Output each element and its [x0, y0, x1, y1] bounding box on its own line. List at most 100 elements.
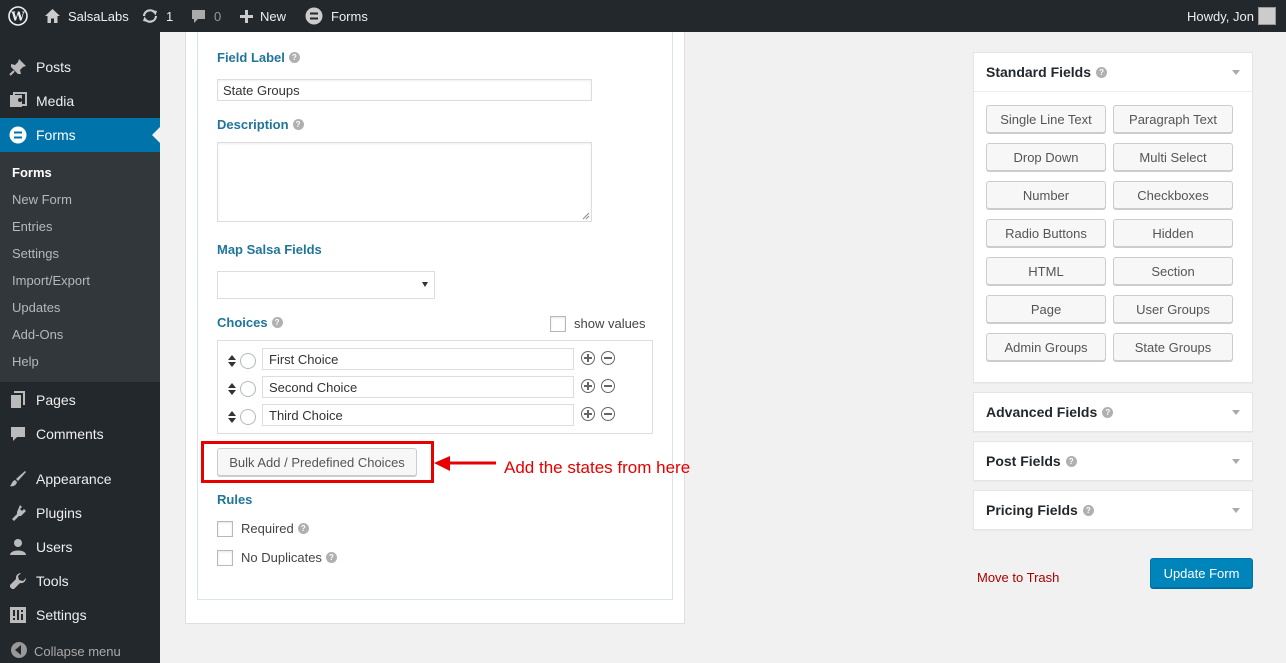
- post-fields-box[interactable]: Post Fields ?: [973, 441, 1253, 481]
- help-icon[interactable]: ?: [1065, 455, 1077, 467]
- field-label-input[interactable]: State Groups: [217, 79, 592, 101]
- sidebar-item-pages[interactable]: Pages: [0, 383, 160, 417]
- sidebar-item-tools[interactable]: Tools: [0, 564, 160, 598]
- resize-handle-icon[interactable]: [582, 212, 590, 220]
- help-icon[interactable]: ?: [325, 552, 337, 563]
- toggle-arrow-icon[interactable]: [1232, 508, 1240, 513]
- move-to-trash-link[interactable]: Move to Trash: [977, 570, 1059, 585]
- submenu-item-forms[interactable]: Forms: [12, 165, 52, 180]
- account-menu[interactable]: Howdy, Jon: [1187, 0, 1254, 32]
- sidebar-item-comments[interactable]: Comments: [0, 417, 160, 451]
- choice-row: Second Choice: [218, 376, 654, 400]
- sidebar-item-posts[interactable]: Posts: [0, 50, 160, 84]
- help-icon[interactable]: ?: [271, 317, 283, 328]
- submenu-item-entries[interactable]: Entries: [12, 219, 52, 234]
- add-field-button[interactable]: Single Line Text: [986, 105, 1106, 133]
- help-icon[interactable]: ?: [292, 119, 304, 130]
- add-choice-icon[interactable]: [581, 379, 595, 393]
- forms-admin-link[interactable]: Forms: [305, 0, 368, 32]
- map-salsa-fields-heading: Map Salsa Fields: [217, 242, 322, 257]
- comment-bubble-icon: [190, 8, 207, 24]
- collapse-menu-button[interactable]: Collapse menu: [10, 641, 121, 662]
- sidebar-item-plugins[interactable]: Plugins: [0, 496, 160, 530]
- choice-default-radio[interactable]: [240, 381, 256, 397]
- update-form-button[interactable]: Update Form: [1150, 558, 1253, 588]
- toggle-arrow-icon[interactable]: [1232, 410, 1240, 415]
- required-text: Required: [241, 521, 294, 536]
- choice-row: First Choice: [218, 348, 654, 372]
- add-field-button[interactable]: State Groups: [1113, 333, 1233, 361]
- sidebar-item-appearance[interactable]: Appearance: [0, 462, 160, 496]
- comments-count: 0: [214, 8, 222, 24]
- annotation-text: Add the states from here: [504, 458, 691, 477]
- choice-input[interactable]: Third Choice: [262, 404, 574, 426]
- add-field-button[interactable]: Hidden: [1113, 219, 1233, 247]
- new-label: New: [260, 8, 287, 24]
- user-icon: [8, 537, 28, 557]
- submenu-item-import-export[interactable]: Import/Export: [12, 273, 90, 288]
- choice-default-radio[interactable]: [240, 409, 256, 425]
- avatar[interactable]: [1258, 7, 1276, 25]
- post-fields-header: Post Fields ?: [986, 453, 1077, 469]
- add-field-button[interactable]: Multi Select: [1113, 143, 1233, 171]
- add-field-button[interactable]: User Groups: [1113, 295, 1233, 323]
- add-field-button[interactable]: Paragraph Text: [1113, 105, 1233, 133]
- submenu-item-add-ons[interactable]: Add-Ons: [12, 327, 63, 342]
- sort-handle-icon[interactable]: [228, 355, 236, 367]
- add-choice-icon[interactable]: [581, 351, 595, 365]
- submenu-item-new-form[interactable]: New Form: [12, 192, 72, 207]
- help-icon[interactable]: ?: [288, 52, 300, 63]
- sidebar-item-label: Settings: [36, 607, 87, 623]
- pricing-fields-box[interactable]: Pricing Fields ?: [973, 490, 1253, 530]
- help-icon[interactable]: ?: [1102, 406, 1114, 418]
- add-field-button[interactable]: HTML: [986, 257, 1106, 285]
- remove-choice-icon[interactable]: [601, 379, 615, 393]
- sidebar-item-forms[interactable]: Forms: [0, 118, 160, 152]
- add-choice-icon[interactable]: [581, 407, 595, 421]
- advanced-fields-header: Advanced Fields ?: [986, 404, 1114, 420]
- sidebar-item-label: Comments: [36, 426, 104, 442]
- no-duplicates-checkbox[interactable]: [217, 550, 233, 566]
- sort-handle-icon[interactable]: [228, 411, 236, 423]
- add-field-button[interactable]: Section: [1113, 257, 1233, 285]
- add-field-button[interactable]: Drop Down: [986, 143, 1106, 171]
- add-field-button[interactable]: Admin Groups: [986, 333, 1106, 361]
- remove-choice-icon[interactable]: [601, 351, 615, 365]
- toggle-arrow-icon[interactable]: [1232, 459, 1240, 464]
- pricing-fields-header: Pricing Fields ?: [986, 502, 1094, 518]
- description-textarea[interactable]: [217, 142, 592, 222]
- forms-icon: [8, 125, 28, 145]
- add-field-button[interactable]: Radio Buttons: [986, 219, 1106, 247]
- toggle-arrow-icon[interactable]: [1232, 70, 1240, 75]
- submenu-item-settings[interactable]: Settings: [12, 246, 59, 261]
- new-content-link[interactable]: New: [239, 0, 286, 32]
- choice-input[interactable]: Second Choice: [262, 376, 574, 398]
- wordpress-logo-icon[interactable]: W: [8, 0, 28, 32]
- site-name: SalsaLabs: [68, 8, 129, 24]
- standard-fields-header[interactable]: Standard Fields ?: [986, 64, 1108, 80]
- show-values-checkbox[interactable]: [550, 316, 566, 332]
- required-checkbox[interactable]: [217, 521, 233, 537]
- help-icon[interactable]: ?: [1082, 504, 1094, 516]
- updates-link[interactable]: 1: [141, 0, 173, 32]
- submenu-item-updates[interactable]: Updates: [12, 300, 60, 315]
- field-label-value: State Groups: [223, 82, 300, 98]
- sidebar-item-label: Media: [36, 93, 75, 109]
- add-field-button[interactable]: Number: [986, 181, 1106, 209]
- help-icon[interactable]: ?: [1096, 66, 1108, 78]
- submenu-item-help[interactable]: Help: [12, 354, 39, 369]
- sort-handle-icon[interactable]: [228, 383, 236, 395]
- sidebar-item-media[interactable]: Media: [0, 84, 160, 118]
- site-name-link[interactable]: SalsaLabs: [44, 0, 129, 32]
- remove-choice-icon[interactable]: [601, 407, 615, 421]
- sidebar-item-users[interactable]: Users: [0, 530, 160, 564]
- choice-default-radio[interactable]: [240, 353, 256, 369]
- help-icon[interactable]: ?: [297, 523, 309, 534]
- comments-link[interactable]: 0: [190, 0, 221, 32]
- add-field-button[interactable]: Page: [986, 295, 1106, 323]
- add-field-button[interactable]: Checkboxes: [1113, 181, 1233, 209]
- choice-input[interactable]: First Choice: [262, 348, 574, 370]
- sidebar-item-settings[interactable]: Settings: [0, 598, 160, 632]
- advanced-fields-box[interactable]: Advanced Fields ?: [973, 392, 1253, 432]
- map-salsa-fields-select[interactable]: [217, 271, 435, 299]
